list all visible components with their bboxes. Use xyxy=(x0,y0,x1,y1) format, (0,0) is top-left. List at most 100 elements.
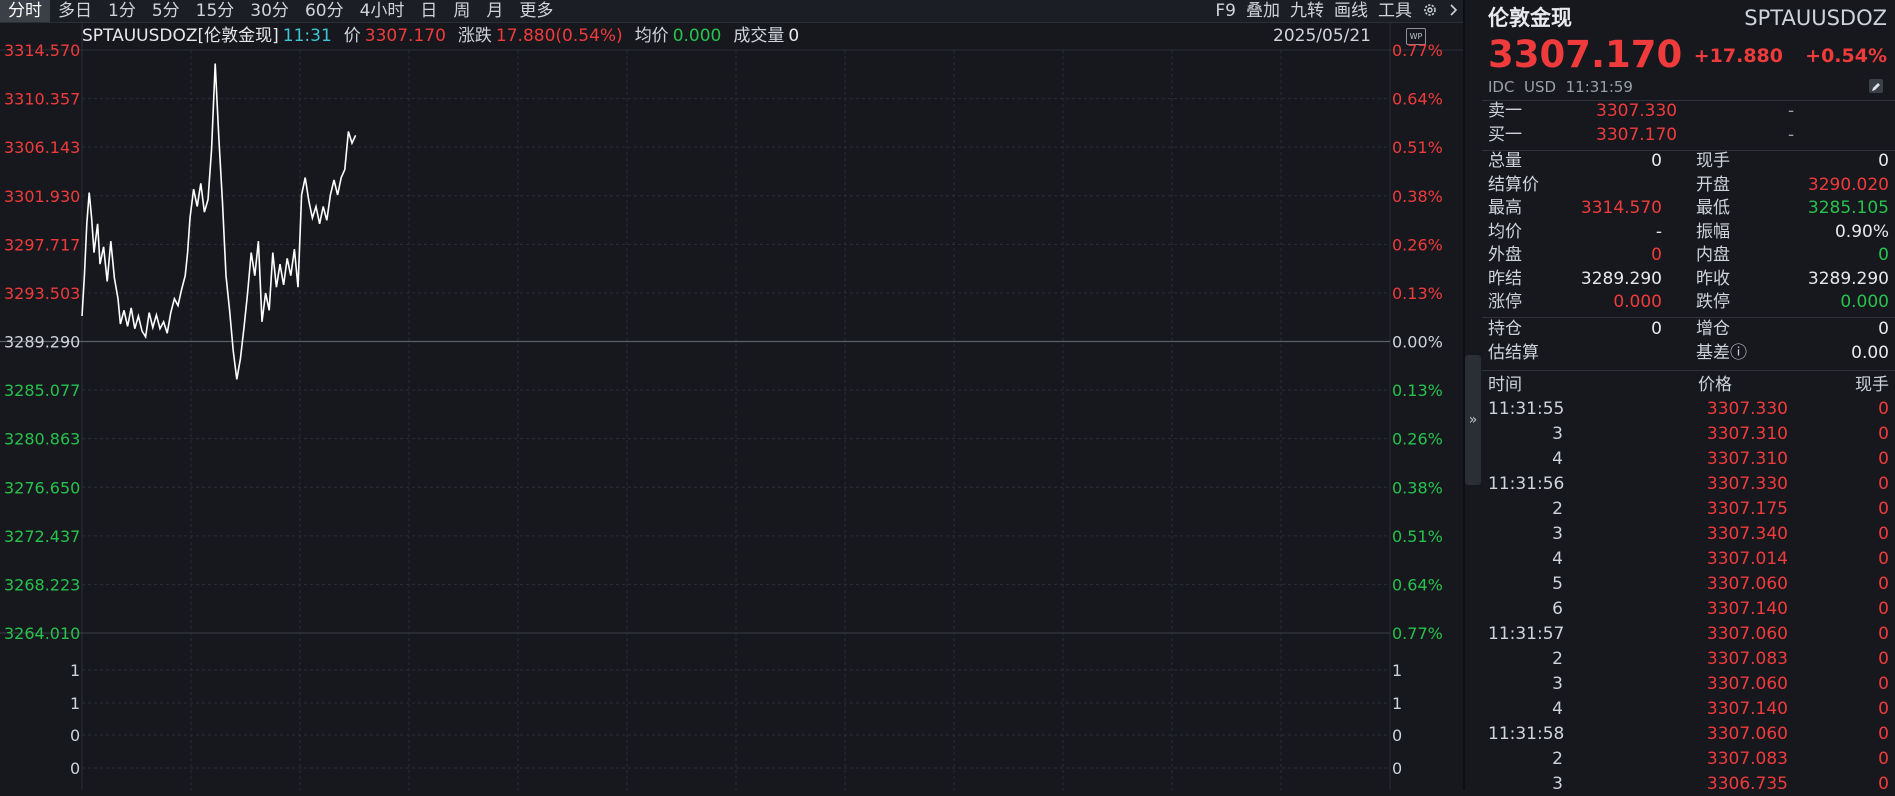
stat-row: 最高 3314.570 最低 3285.105 xyxy=(1488,197,1889,220)
price-change: +17.880 xyxy=(1693,45,1783,67)
stat-row: 涨停 0.000 跌停 0.000 xyxy=(1488,291,1889,314)
divider xyxy=(1482,370,1895,371)
stat-value: 0 xyxy=(1651,151,1662,171)
trade-volume: 0 xyxy=(1878,749,1889,769)
trade-volume: 0 xyxy=(1878,599,1889,619)
y-tick-right: 0.64% xyxy=(1392,90,1443,109)
stat-value: 3290.020 xyxy=(1807,174,1889,195)
trade-time: 2 xyxy=(1552,649,1563,669)
bid-price: 3307.170 xyxy=(1596,125,1678,145)
stat-label: 振幅 xyxy=(1696,221,1730,242)
stat-label: 最低 xyxy=(1696,198,1730,218)
intraday-chart[interactable]: 3314.570 0.77% 3310.357 0.64% 3306.143 0.51% 3… xyxy=(0,0,1463,790)
trade-row: 2 3307.083 0 xyxy=(1488,648,1889,671)
currency: USD xyxy=(1524,78,1557,96)
volume-tick-left: 1 xyxy=(70,694,80,713)
trade-row: 3 3307.060 0 xyxy=(1488,673,1889,696)
stat-row: 结算价 开盘 3290.020 xyxy=(1488,174,1889,197)
instrument-code: SPTAUUSDOZ xyxy=(1744,6,1887,30)
y-tick-left: 3293.503 xyxy=(4,284,80,303)
trades-price-header: 价格 xyxy=(1698,375,1732,395)
trade-volume: 0 xyxy=(1878,624,1889,644)
ask-volume: - xyxy=(1788,101,1795,121)
y-tick-left: 3264.010 xyxy=(4,624,80,643)
trade-row: 3 3307.340 0 xyxy=(1488,523,1889,546)
volume-tick-left: 0 xyxy=(70,759,80,778)
y-tick-right: 0.26% xyxy=(1392,430,1443,449)
trade-price: 3307.014 xyxy=(1706,549,1788,569)
stat-label: 最高 xyxy=(1488,198,1522,218)
trade-volume: 0 xyxy=(1878,649,1889,669)
trade-price: 3307.060 xyxy=(1706,624,1788,644)
y-tick-left: 3306.143 xyxy=(4,138,80,157)
trade-row: 11:31:58 3307.060 0 xyxy=(1488,723,1889,746)
trade-volume: 0 xyxy=(1878,399,1889,419)
y-tick-right: 0.51% xyxy=(1392,138,1443,157)
trades-vol-header: 现手 xyxy=(1855,375,1889,395)
trade-row: 2 3307.175 0 xyxy=(1488,498,1889,521)
stat-value: 3314.570 xyxy=(1580,198,1662,218)
trade-time: 3 xyxy=(1552,424,1563,444)
stat-row: 总量 0 现手 0 xyxy=(1488,150,1889,173)
stat-value: 0 xyxy=(1878,319,1889,339)
stat-value: 0.00 xyxy=(1851,342,1889,363)
y-tick-right: 0.13% xyxy=(1392,381,1443,400)
stat-label: 估结算 xyxy=(1488,342,1539,363)
trade-volume: 0 xyxy=(1878,474,1889,494)
trade-time: 3 xyxy=(1552,524,1563,544)
ask-label: 卖一 xyxy=(1488,101,1522,121)
y-tick-left: 3285.077 xyxy=(4,381,80,400)
trade-volume: 0 xyxy=(1878,774,1889,794)
trades-time-header: 时间 xyxy=(1488,375,1522,395)
trade-row: 2 3307.083 0 xyxy=(1488,748,1889,771)
trade-row: 6 3307.140 0 xyxy=(1488,598,1889,621)
volume-tick-right: 0 xyxy=(1392,726,1402,745)
y-tick-right: 0.38% xyxy=(1392,187,1443,206)
trade-price: 3307.330 xyxy=(1706,399,1788,419)
trade-volume: 0 xyxy=(1878,424,1889,444)
market-info: IDC USD 11:31:59 xyxy=(1488,76,1889,99)
stat-label: 增仓 xyxy=(1696,319,1730,339)
trade-row: 11:31:56 3307.330 0 xyxy=(1488,473,1889,496)
stat-value: 3289.290 xyxy=(1580,268,1662,289)
bid-row: 买一 3307.170 - xyxy=(1488,124,1889,147)
trade-price: 3307.310 xyxy=(1706,449,1788,469)
edit-icon[interactable] xyxy=(1869,79,1883,93)
stat-label: 开盘 xyxy=(1696,174,1730,195)
stat-label: 现手 xyxy=(1696,151,1730,171)
y-tick-right: 0.51% xyxy=(1392,527,1443,546)
trade-time: 11:31:55 xyxy=(1488,399,1565,419)
stat-label: 外盘 xyxy=(1488,245,1522,265)
y-tick-left: 3268.223 xyxy=(4,575,80,594)
trade-time: 2 xyxy=(1552,499,1563,519)
stat-value: 3289.290 xyxy=(1807,268,1889,289)
stat-label: 基差ⓘ xyxy=(1696,342,1747,363)
trade-price: 3307.060 xyxy=(1706,674,1788,694)
trade-row: 3 3306.735 0 xyxy=(1488,773,1889,796)
stat-row: 估结算 基差ⓘ 0.00 xyxy=(1488,342,1889,365)
bid-label: 买一 xyxy=(1488,125,1522,145)
stat-value: 0.90% xyxy=(1834,221,1889,242)
y-tick-left: 3301.930 xyxy=(4,187,80,206)
trade-price: 3307.340 xyxy=(1706,524,1788,544)
stat-row: 持仓 0 增仓 0 xyxy=(1488,318,1889,341)
trade-volume: 0 xyxy=(1878,699,1889,719)
trade-volume: 0 xyxy=(1878,524,1889,544)
trade-row: 5 3307.060 0 xyxy=(1488,573,1889,596)
double-chevron-right-icon[interactable]: » xyxy=(1465,355,1481,485)
trade-row: 4 3307.014 0 xyxy=(1488,548,1889,571)
quote-time: 11:31:59 xyxy=(1565,78,1633,96)
y-tick-left: 3280.863 xyxy=(4,430,80,449)
trade-time: 11:31:57 xyxy=(1488,624,1565,644)
stat-label: 昨结 xyxy=(1488,268,1522,289)
stat-label: 跌停 xyxy=(1696,292,1730,312)
trade-row: 4 3307.140 0 xyxy=(1488,698,1889,721)
stat-value: 0.000 xyxy=(1840,292,1889,312)
stat-value: 0 xyxy=(1651,245,1662,265)
y-tick-left: 3297.717 xyxy=(4,235,80,254)
quote-panel: 伦敦金现 SPTAUUSDOZ 3307.170 +17.880 +0.54% … xyxy=(1482,0,1895,794)
volume-tick-right: 1 xyxy=(1392,694,1402,713)
trade-volume: 0 xyxy=(1878,724,1889,744)
trade-time: 4 xyxy=(1552,449,1563,469)
trade-time: 2 xyxy=(1552,749,1563,769)
